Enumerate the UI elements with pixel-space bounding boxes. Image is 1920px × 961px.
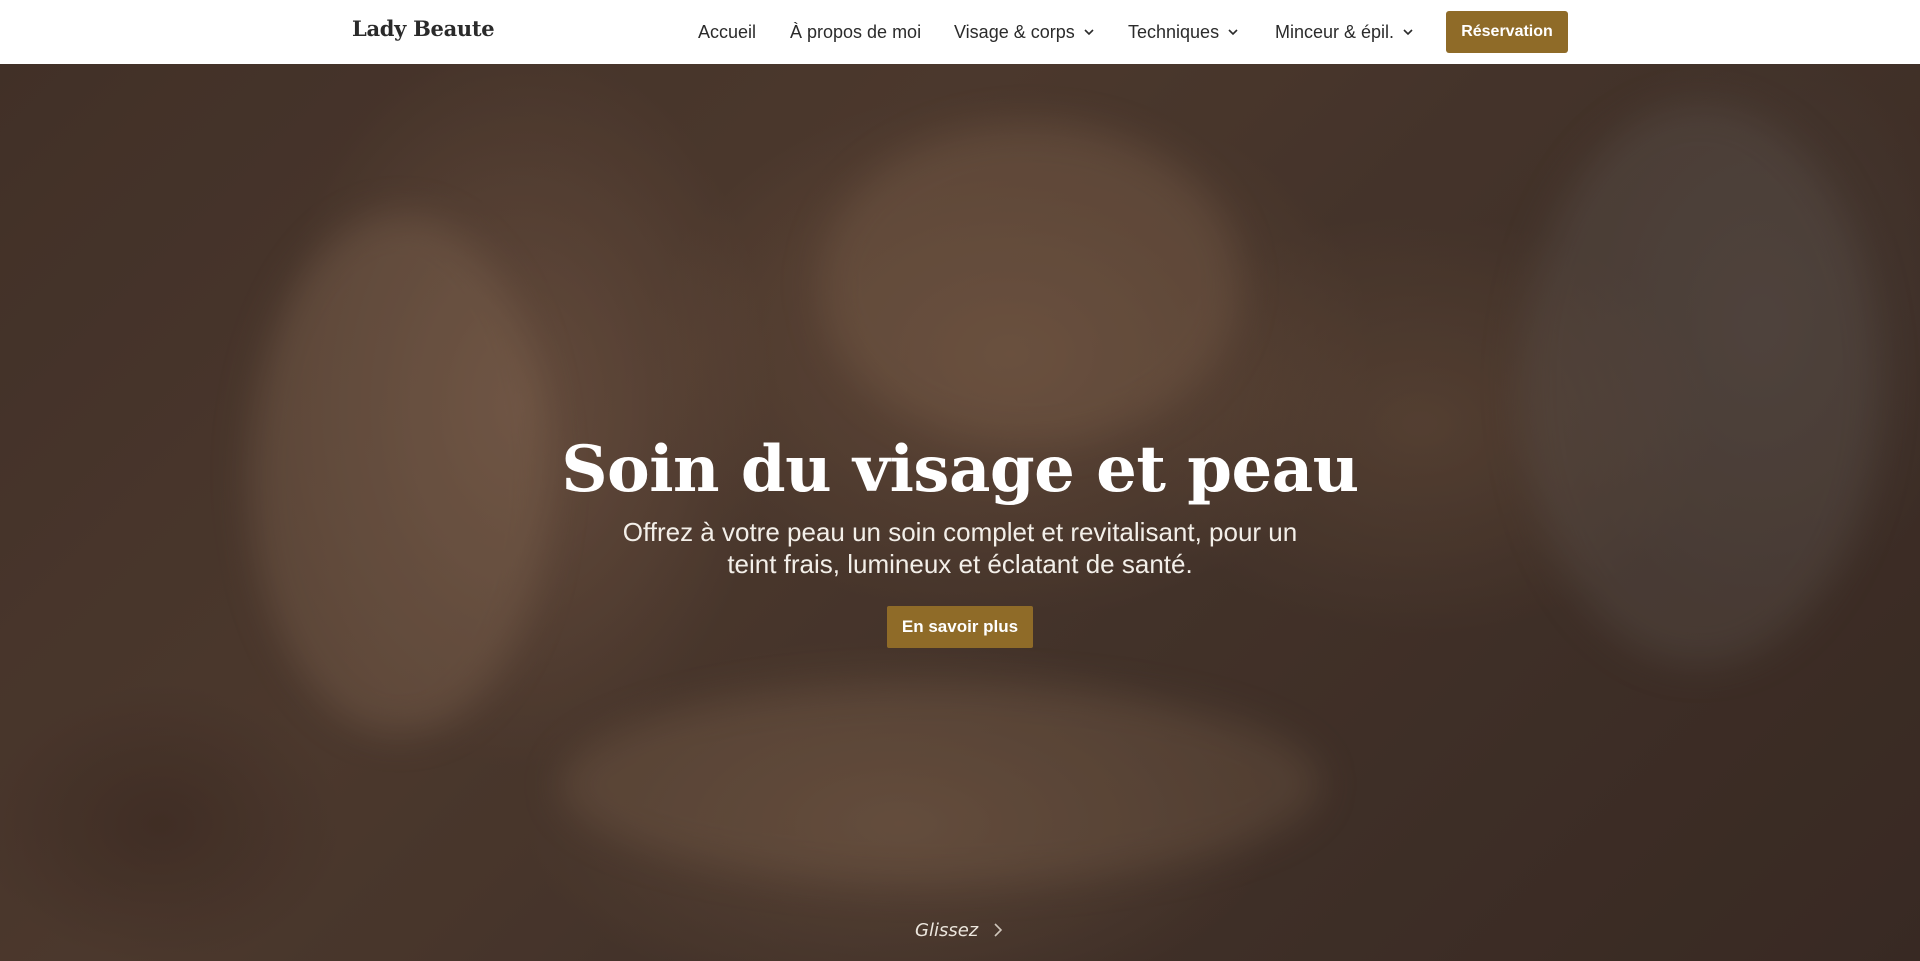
scroll-hint[interactable]: Glissez (915, 918, 1004, 942)
chevron-right-icon (992, 921, 1004, 939)
chevron-down-icon (1083, 26, 1095, 38)
scroll-hint-label: Glissez (915, 919, 979, 941)
nav-item-label: Techniques (1128, 21, 1220, 42)
nav-item-accueil[interactable]: Accueil (698, 20, 756, 44)
nav-item-label: À propos de moi (790, 21, 922, 42)
nav-item-label: Accueil (698, 21, 757, 42)
learn-more-button[interactable]: En savoir plus (887, 606, 1033, 648)
hero-subtitle: Offrez à votre peau un soin complet et r… (622, 517, 1298, 579)
chevron-down-icon (1402, 26, 1414, 38)
hero-title: Soin du visage et peau (561, 432, 1359, 507)
nav-item-label: Minceur & épil. (1275, 21, 1395, 42)
nav-item-a-propos[interactable]: À propos de moi (790, 20, 921, 44)
nav-item-label: Visage & corps (954, 21, 1075, 42)
site-header: Lady Beaute Accueil À propos de moi Visa… (0, 0, 1920, 64)
nav-item-techniques[interactable]: Techniques (1128, 20, 1239, 44)
nav-item-visage-corps[interactable]: Visage & corps (954, 20, 1095, 44)
site-logo[interactable]: Lady Beaute (352, 16, 495, 41)
nav-item-minceur-epil[interactable]: Minceur & épil. (1275, 20, 1414, 44)
chevron-down-icon (1227, 26, 1239, 38)
hero-overlay (0, 64, 1920, 961)
reservation-button[interactable]: Réservation (1446, 11, 1568, 53)
hero-section: Soin du visage et peau Offrez à votre pe… (0, 64, 1920, 961)
